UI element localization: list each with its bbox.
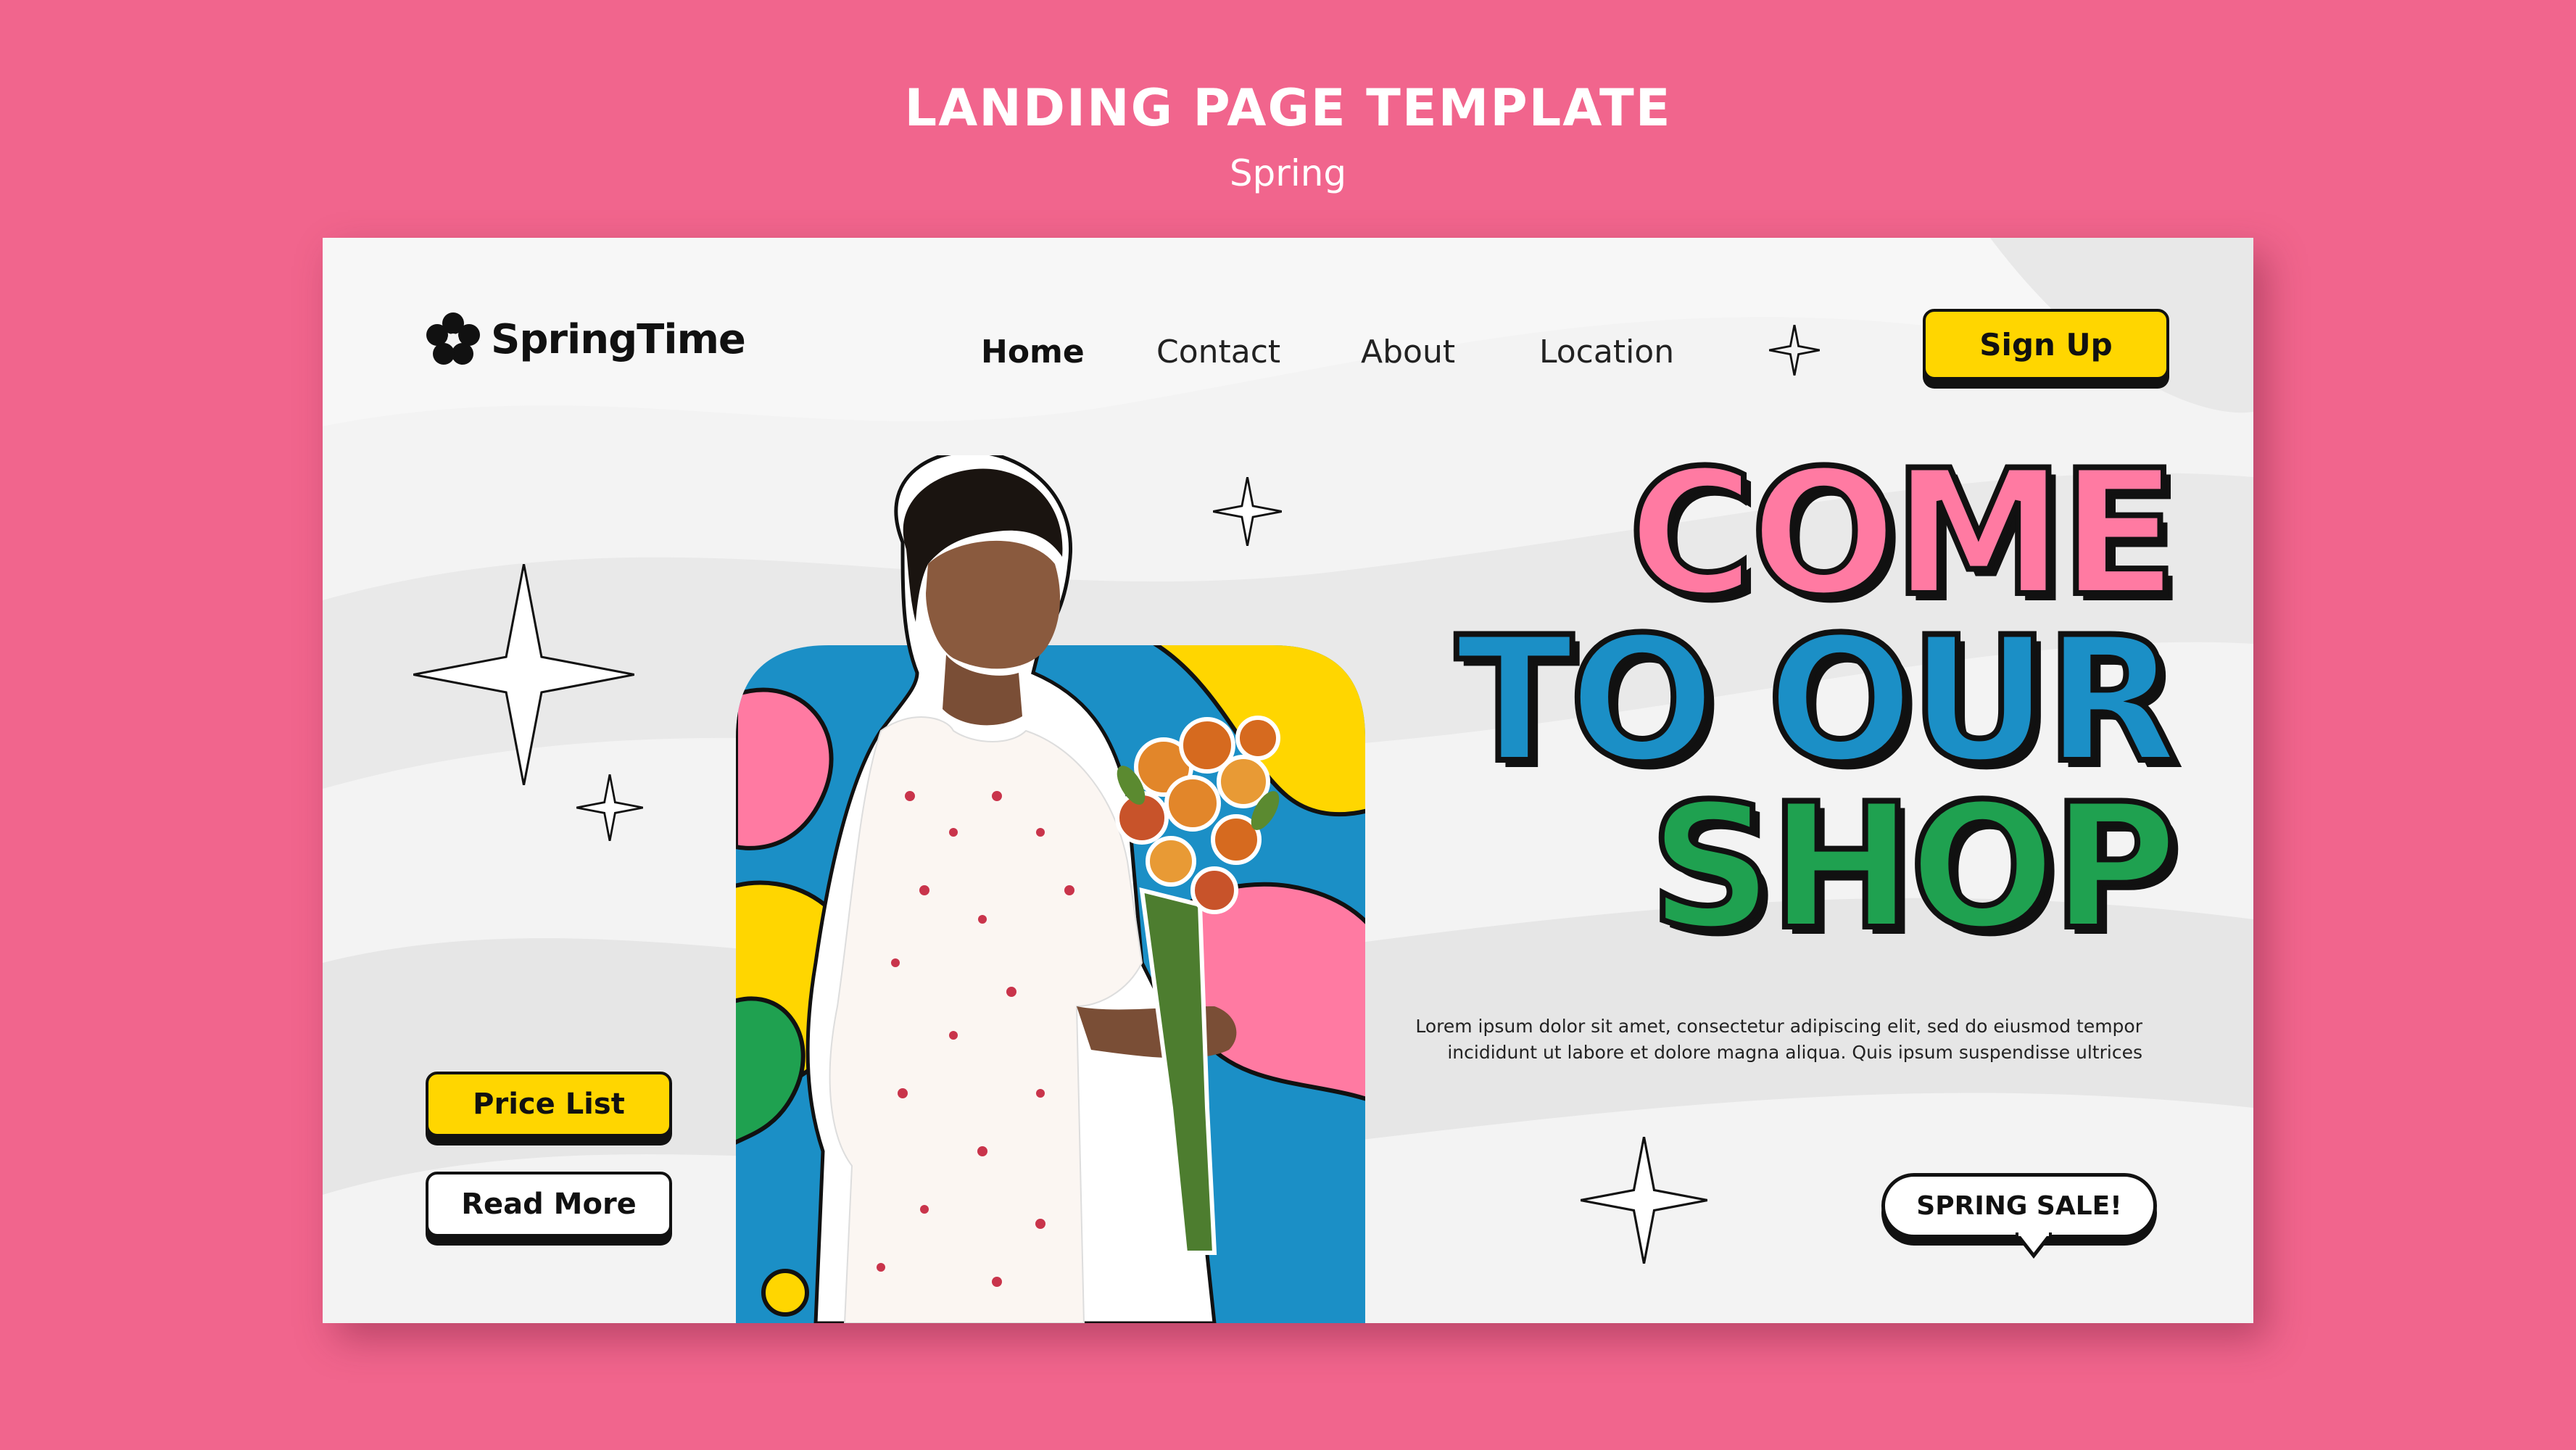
nav-contact[interactable]: Contact <box>1156 334 1280 370</box>
sparkle-icon <box>1769 325 1820 376</box>
small-sparkle-icon <box>576 774 643 841</box>
headline-line-2: TO OUR <box>1453 600 2181 801</box>
logo-text: SpringTime <box>491 315 746 363</box>
hero-photo <box>736 455 1365 1323</box>
nav-about[interactable]: About <box>1361 334 1455 370</box>
logo[interactable]: SpringTime <box>424 310 746 368</box>
hero-description-line-2: incididunt ut labore et dolore magna ali… <box>1447 1042 2142 1063</box>
hero-description-line-1: Lorem ipsum dolor sit amet, consectetur … <box>1415 1016 2142 1037</box>
bottom-sparkle-icon <box>1581 1137 1707 1264</box>
read-more-button[interactable]: Read More <box>426 1172 672 1237</box>
page-header-title: LANDING PAGE TEMPLATE <box>904 78 1672 138</box>
spring-sale-badge[interactable]: SPRING SALE! <box>1881 1173 2157 1238</box>
nav-location[interactable]: Location <box>1539 334 1674 370</box>
sign-up-button[interactable]: Sign Up <box>1923 309 2169 380</box>
page-header-subtitle: Spring <box>1229 152 1347 194</box>
headline-line-3: SHOP <box>1647 767 2181 968</box>
landing-card: SpringTime Home Contact About Location S… <box>323 238 2253 1323</box>
large-sparkle-icon <box>413 564 634 785</box>
nav-home[interactable]: Home <box>981 334 1085 370</box>
speech-tail-icon <box>2016 1232 2052 1259</box>
hero-description: Lorem ipsum dolor sit amet, consectetur … <box>1396 1014 2142 1066</box>
flower-logo-icon <box>426 312 480 365</box>
headline-line-1: COME <box>1625 434 2181 634</box>
price-list-button[interactable]: Price List <box>426 1072 672 1137</box>
